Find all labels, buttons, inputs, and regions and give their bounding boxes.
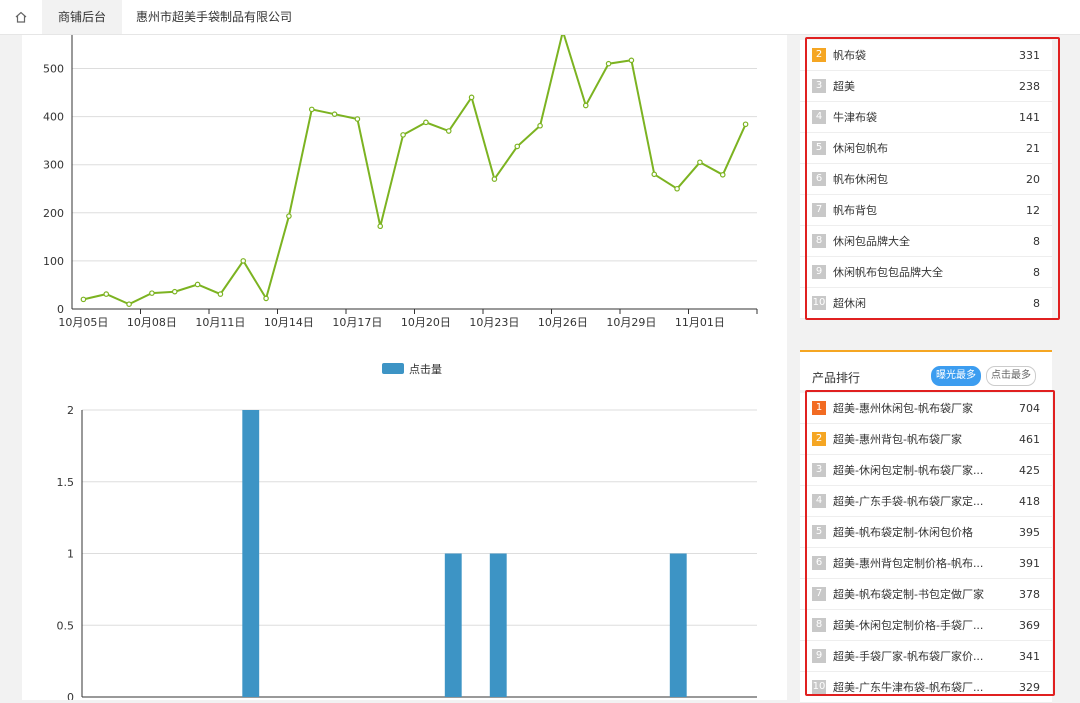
- y-tick-label: 0.5: [57, 619, 75, 632]
- series-line: [83, 27, 747, 306]
- y-tick-label: 500: [43, 62, 64, 75]
- bar: [444, 553, 462, 697]
- data-point: [377, 223, 384, 230]
- click-bar-chart: 点击量 0 0.5 1 1.5 2: [57, 363, 757, 703]
- legend-label: 点击量: [409, 363, 442, 376]
- product-rank-title: 产品排行: [812, 371, 861, 385]
- data-point: [331, 111, 338, 117]
- company-name: 惠州市超美手袋制品有限公司: [136, 10, 293, 24]
- home-button[interactable]: [0, 0, 42, 34]
- legend-swatch: [382, 363, 404, 374]
- data-point: [171, 288, 178, 295]
- x-tick-label: 10月05日: [58, 316, 108, 329]
- x-tick-label: 10月11日: [195, 316, 245, 329]
- traffic-charts: 0 100 200 300 400 500 10月05日 10月08日 10月11日 10月14日…: [43, 27, 758, 703]
- data-point: [149, 290, 155, 296]
- data-point: [423, 119, 429, 126]
- data-point: [651, 171, 658, 178]
- data-point: [742, 121, 749, 128]
- x-tick-label: 10月20日: [401, 316, 451, 329]
- y-tick-label: 2: [67, 404, 74, 417]
- main-content: 0 100 200 300 400 500 10月05日 10月08日 10月11日 10月14日…: [22, 27, 787, 703]
- tab-most-clicks[interactable]: 点击最多: [986, 366, 1036, 386]
- y-tick-label: 1.5: [57, 476, 75, 489]
- data-point: [263, 295, 269, 302]
- data-point: [103, 291, 110, 297]
- data-point: [537, 122, 543, 129]
- x-tick-label: 10月17日: [332, 316, 382, 329]
- data-point: [468, 94, 475, 101]
- top-bar: 商铺后台 惠州市超美手袋制品有限公司: [0, 0, 1080, 35]
- data-point: [697, 159, 703, 166]
- data-point: [217, 291, 224, 297]
- x-tick-label: 11月01日: [675, 316, 725, 329]
- home-icon: [15, 11, 27, 23]
- data-point: [400, 132, 406, 138]
- bar: [242, 410, 260, 697]
- y-tick-label: 0: [67, 691, 74, 700]
- data-point: [445, 128, 452, 134]
- data-point: [194, 281, 201, 288]
- x-tick-label: 10月29日: [606, 316, 656, 329]
- y-tick-label: 300: [43, 159, 64, 172]
- tab-shop-backend[interactable]: 商铺后台: [42, 0, 123, 34]
- data-point: [491, 176, 498, 182]
- highlight-box-products: [805, 390, 1055, 696]
- x-tick-label: 10月23日: [469, 316, 519, 329]
- data-point: [308, 106, 315, 113]
- data-point: [286, 213, 292, 219]
- tab-most-exposure[interactable]: 曝光最多: [931, 366, 981, 386]
- x-tick-label: 10月08日: [127, 316, 177, 329]
- exposure-line-chart: 0 100 200 300 400 500 10月05日 10月08日 10月11日 10月14日…: [43, 27, 758, 329]
- data-point: [126, 301, 132, 307]
- highlight-box-keywords: [805, 37, 1060, 320]
- data-point: [354, 116, 361, 122]
- y-tick-label: 100: [43, 255, 64, 268]
- data-point: [719, 171, 726, 178]
- bar: [489, 553, 507, 697]
- x-tick-label: 10月26日: [538, 316, 588, 329]
- data-point: [628, 57, 635, 64]
- data-point: [582, 102, 589, 109]
- data-point: [605, 60, 612, 67]
- data-point: [514, 143, 521, 150]
- x-tick-label: 10月14日: [264, 316, 314, 329]
- data-point: [80, 296, 87, 303]
- y-tick-label: 200: [43, 207, 64, 220]
- y-tick-label: 400: [43, 111, 64, 124]
- y-tick-label: 1: [67, 548, 74, 561]
- product-rank-header: 产品排行 曝光最多 点击最多: [800, 350, 1052, 390]
- data-point: [674, 185, 680, 192]
- data-point: [240, 258, 247, 264]
- bar: [669, 553, 687, 697]
- y-tick-label: 0: [57, 303, 64, 316]
